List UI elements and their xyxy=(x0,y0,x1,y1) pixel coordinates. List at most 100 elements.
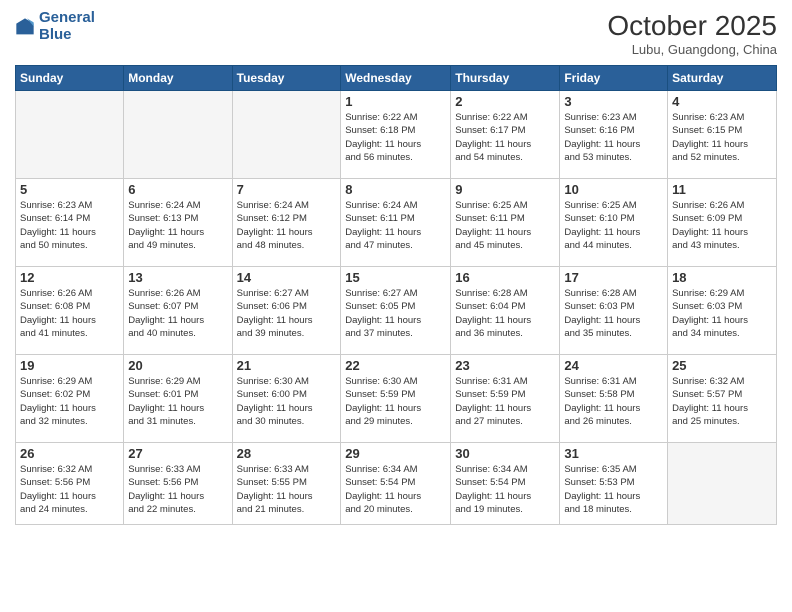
logo-icon xyxy=(15,17,35,37)
day-number: 31 xyxy=(564,446,663,461)
day-number: 18 xyxy=(672,270,772,285)
day-number: 9 xyxy=(455,182,555,197)
day-number: 16 xyxy=(455,270,555,285)
day-info: Sunrise: 6:25 AM Sunset: 6:10 PM Dayligh… xyxy=(564,199,663,252)
table-row: 21 Sunrise: 6:30 AM Sunset: 6:00 PM Dayli… xyxy=(232,355,341,443)
table-row: 14 Sunrise: 6:27 AM Sunset: 6:06 PM Dayli… xyxy=(232,267,341,355)
table-row: 20 Sunrise: 6:29 AM Sunset: 6:01 PM Dayli… xyxy=(124,355,232,443)
logo-text-blue: Blue xyxy=(39,27,95,44)
table-row: 17 Sunrise: 6:28 AM Sunset: 6:03 PM Dayli… xyxy=(560,267,668,355)
page-container: General Blue October 2025 Lubu, Guangdon… xyxy=(0,0,792,535)
day-number: 14 xyxy=(237,270,337,285)
day-number: 21 xyxy=(237,358,337,373)
day-info: Sunrise: 6:28 AM Sunset: 6:04 PM Dayligh… xyxy=(455,287,555,340)
day-info: Sunrise: 6:27 AM Sunset: 6:06 PM Dayligh… xyxy=(237,287,337,340)
title-block: October 2025 Lubu, Guangdong, China xyxy=(607,10,777,57)
table-row: 10Sunrise: 6:25 AM Sunset: 6:10 PM Dayli… xyxy=(560,179,668,267)
day-info: Sunrise: 6:23 AM Sunset: 6:16 PM Dayligh… xyxy=(564,111,663,164)
table-row: 30 Sunrise: 6:34 AM Sunset: 5:54 PM Dayli… xyxy=(451,443,560,525)
table-row: 26 Sunrise: 6:32 AM Sunset: 5:56 PM Dayli… xyxy=(16,443,124,525)
day-info: Sunrise: 6:30 AM Sunset: 5:59 PM Dayligh… xyxy=(345,375,446,428)
col-monday: Monday xyxy=(124,66,232,91)
table-row: 2 Sunrise: 6:22 AM Sunset: 6:17 PM Daylig… xyxy=(451,91,560,179)
col-sunday: Sunday xyxy=(16,66,124,91)
location: Lubu, Guangdong, China xyxy=(607,42,777,57)
day-info: Sunrise: 6:22 AM Sunset: 6:17 PM Dayligh… xyxy=(455,111,555,164)
day-info: Sunrise: 6:26 AM Sunset: 6:07 PM Dayligh… xyxy=(128,287,227,340)
day-number: 17 xyxy=(564,270,663,285)
day-number: 26 xyxy=(20,446,119,461)
day-info: Sunrise: 6:28 AM Sunset: 6:03 PM Dayligh… xyxy=(564,287,663,340)
table-row: 9Sunrise: 6:25 AM Sunset: 6:11 PM Daylig… xyxy=(451,179,560,267)
day-number: 1 xyxy=(345,94,446,109)
day-number: 11 xyxy=(672,182,772,197)
table-row: 24 Sunrise: 6:31 AM Sunset: 5:58 PM Dayli… xyxy=(560,355,668,443)
day-number: 3 xyxy=(564,94,663,109)
table-row: 22 Sunrise: 6:30 AM Sunset: 5:59 PM Dayli… xyxy=(341,355,451,443)
day-number: 6 xyxy=(128,182,227,197)
day-info: Sunrise: 6:30 AM Sunset: 6:00 PM Dayligh… xyxy=(237,375,337,428)
month-title: October 2025 xyxy=(607,10,777,42)
day-number: 25 xyxy=(672,358,772,373)
day-info: Sunrise: 6:24 AM Sunset: 6:13 PM Dayligh… xyxy=(128,199,227,252)
day-info: Sunrise: 6:26 AM Sunset: 6:08 PM Dayligh… xyxy=(20,287,119,340)
day-number: 12 xyxy=(20,270,119,285)
logo-text-general: General xyxy=(39,9,95,26)
table-row: 12 Sunrise: 6:26 AM Sunset: 6:08 PM Dayli… xyxy=(16,267,124,355)
table-row: 18 Sunrise: 6:29 AM Sunset: 6:03 PM Dayli… xyxy=(668,267,777,355)
col-saturday: Saturday xyxy=(668,66,777,91)
table-row: 6 Sunrise: 6:24 AM Sunset: 6:13 PM Daylig… xyxy=(124,179,232,267)
day-number: 2 xyxy=(455,94,555,109)
day-info: Sunrise: 6:32 AM Sunset: 5:57 PM Dayligh… xyxy=(672,375,772,428)
table-row: 15 Sunrise: 6:27 AM Sunset: 6:05 PM Dayli… xyxy=(341,267,451,355)
col-wednesday: Wednesday xyxy=(341,66,451,91)
col-tuesday: Tuesday xyxy=(232,66,341,91)
day-info: Sunrise: 6:23 AM Sunset: 6:14 PM Dayligh… xyxy=(20,199,119,252)
day-info: Sunrise: 6:29 AM Sunset: 6:01 PM Dayligh… xyxy=(128,375,227,428)
day-info: Sunrise: 6:29 AM Sunset: 6:02 PM Dayligh… xyxy=(20,375,119,428)
day-number: 24 xyxy=(564,358,663,373)
day-number: 15 xyxy=(345,270,446,285)
day-info: Sunrise: 6:26 AM Sunset: 6:09 PM Dayligh… xyxy=(672,199,772,252)
table-row: 31 Sunrise: 6:35 AM Sunset: 5:53 PM Dayli… xyxy=(560,443,668,525)
table-row: 11 Sunrise: 6:26 AM Sunset: 6:09 PM Dayli… xyxy=(668,179,777,267)
table-row: 25 Sunrise: 6:32 AM Sunset: 5:57 PM Dayli… xyxy=(668,355,777,443)
day-info: Sunrise: 6:24 AM Sunset: 6:11 PM Dayligh… xyxy=(345,199,446,252)
day-number: 27 xyxy=(128,446,227,461)
day-number: 19 xyxy=(20,358,119,373)
day-number: 29 xyxy=(345,446,446,461)
day-info: Sunrise: 6:23 AM Sunset: 6:15 PM Dayligh… xyxy=(672,111,772,164)
day-number: 5 xyxy=(20,182,119,197)
day-info: Sunrise: 6:29 AM Sunset: 6:03 PM Dayligh… xyxy=(672,287,772,340)
day-info: Sunrise: 6:27 AM Sunset: 6:05 PM Dayligh… xyxy=(345,287,446,340)
table-row: 27 Sunrise: 6:33 AM Sunset: 5:56 PM Dayli… xyxy=(124,443,232,525)
day-info: Sunrise: 6:35 AM Sunset: 5:53 PM Dayligh… xyxy=(564,463,663,516)
table-row: 3 Sunrise: 6:23 AM Sunset: 6:16 PM Daylig… xyxy=(560,91,668,179)
table-row xyxy=(124,91,232,179)
table-row xyxy=(16,91,124,179)
day-number: 13 xyxy=(128,270,227,285)
day-number: 28 xyxy=(237,446,337,461)
day-info: Sunrise: 6:32 AM Sunset: 5:56 PM Dayligh… xyxy=(20,463,119,516)
day-number: 30 xyxy=(455,446,555,461)
table-row: 16 Sunrise: 6:28 AM Sunset: 6:04 PM Dayli… xyxy=(451,267,560,355)
col-friday: Friday xyxy=(560,66,668,91)
day-info: Sunrise: 6:34 AM Sunset: 5:54 PM Dayligh… xyxy=(455,463,555,516)
table-row: 4Sunrise: 6:23 AM Sunset: 6:15 PM Daylig… xyxy=(668,91,777,179)
logo: General Blue xyxy=(15,10,95,43)
table-row: 19 Sunrise: 6:29 AM Sunset: 6:02 PM Dayli… xyxy=(16,355,124,443)
day-info: Sunrise: 6:33 AM Sunset: 5:56 PM Dayligh… xyxy=(128,463,227,516)
day-info: Sunrise: 6:31 AM Sunset: 5:58 PM Dayligh… xyxy=(564,375,663,428)
table-row xyxy=(232,91,341,179)
day-number: 7 xyxy=(237,182,337,197)
day-info: Sunrise: 6:22 AM Sunset: 6:18 PM Dayligh… xyxy=(345,111,446,164)
day-number: 22 xyxy=(345,358,446,373)
day-number: 20 xyxy=(128,358,227,373)
day-info: Sunrise: 6:33 AM Sunset: 5:55 PM Dayligh… xyxy=(237,463,337,516)
header-row: Sunday Monday Tuesday Wednesday Thursday… xyxy=(16,66,777,91)
table-row: 5 Sunrise: 6:23 AM Sunset: 6:14 PM Daylig… xyxy=(16,179,124,267)
day-info: Sunrise: 6:24 AM Sunset: 6:12 PM Dayligh… xyxy=(237,199,337,252)
day-info: Sunrise: 6:34 AM Sunset: 5:54 PM Dayligh… xyxy=(345,463,446,516)
col-thursday: Thursday xyxy=(451,66,560,91)
table-row: 8Sunrise: 6:24 AM Sunset: 6:11 PM Daylig… xyxy=(341,179,451,267)
